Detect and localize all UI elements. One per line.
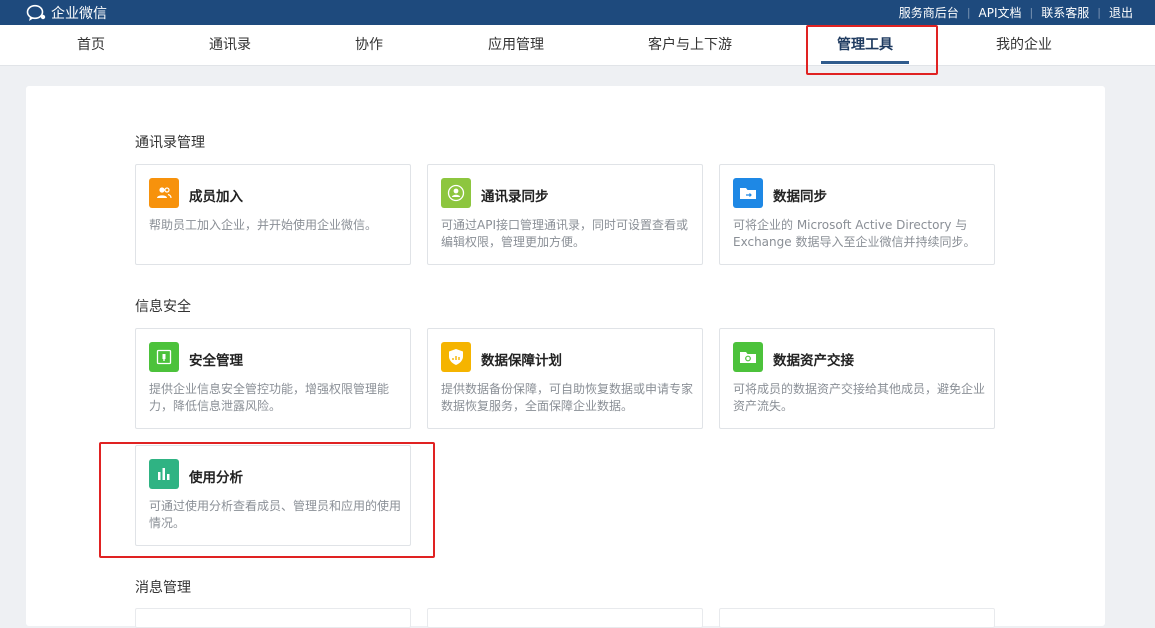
card-description: 帮助员工加入企业，并开始使用企业微信。 [149, 218, 378, 232]
card-description: 可通过API接口管理通讯录，同时可设置查看或编辑权限，管理更加方便。 [441, 218, 688, 249]
card-description: 可将成员的数据资产交接给其他成员，避免企业资产流失。 [733, 382, 986, 413]
users-icon [149, 178, 179, 208]
card-title: 数据保障计划 [481, 353, 562, 369]
content-panel: 通讯录管理 成员加入 帮助员工加入企业，并开始使用企业微信。 通讯录同步 可通过… [26, 86, 1105, 628]
safe-icon [149, 342, 179, 372]
logout-link[interactable]: 退出 [1109, 4, 1133, 21]
card-description: 可通过使用分析查看成员、管理员和应用的使用情况。 [149, 499, 402, 530]
shield-icon [441, 342, 471, 372]
active-tab-indicator [821, 61, 909, 64]
contact-support-link[interactable]: 联系客服 [1041, 4, 1089, 21]
folder-transfer-icon [733, 342, 763, 372]
separator: | [966, 6, 971, 19]
card-data-protection-plan[interactable]: 数据保障计划 提供数据备份保障，可自助恢复数据或申请专家数据恢复服务，全面保障企… [427, 328, 703, 429]
card-description: 提供数据备份保障，可自助恢复数据或申请专家数据恢复服务，全面保障企业数据。 [441, 382, 694, 413]
separator: | [1097, 6, 1101, 19]
card-security-management[interactable]: 安全管理 提供企业信息安全管控功能，增强权限管理能力，降低信息泄露风险。 [135, 328, 411, 429]
nav-home[interactable]: 首页 [77, 25, 105, 66]
card-title: 安全管理 [189, 353, 243, 369]
section-title: 信息安全 [135, 299, 191, 315]
service-provider-link[interactable]: 服务商后台 [899, 4, 959, 21]
nav-customers[interactable]: 客户与上下游 [648, 25, 732, 66]
nav-contacts[interactable]: 通讯录 [209, 25, 251, 66]
card-title: 成员加入 [189, 189, 243, 205]
brand-name: 企业微信 [51, 5, 107, 22]
section-title: 通讯录管理 [135, 135, 205, 151]
nav-app-management[interactable]: 应用管理 [488, 25, 544, 66]
wecom-logo-icon [26, 4, 46, 21]
card-member-join[interactable]: 成员加入 帮助员工加入企业，并开始使用企业微信。 [135, 164, 411, 265]
top-links: 服务商后台 | API文档 | 联系客服 | 退出 [899, 0, 1133, 25]
folder-sync-icon [733, 178, 763, 208]
section-title: 消息管理 [135, 580, 191, 596]
top-bar: 企业微信 服务商后台 | API文档 | 联系客服 | 退出 [0, 0, 1155, 25]
card-data-asset-handover[interactable]: 数据资产交接 可将成员的数据资产交接给其他成员，避免企业资产流失。 [719, 328, 995, 429]
nav-collaboration[interactable]: 协作 [355, 25, 383, 66]
brand[interactable]: 企业微信 [26, 0, 107, 25]
nav-management-tools[interactable]: 管理工具 [837, 25, 893, 66]
card-placeholder[interactable] [719, 608, 995, 628]
api-docs-link[interactable]: API文档 [979, 4, 1022, 21]
card-contacts-sync[interactable]: 通讯录同步 可通过API接口管理通讯录，同时可设置查看或编辑权限，管理更加方便。 [427, 164, 703, 265]
card-placeholder[interactable] [135, 608, 411, 628]
card-data-sync[interactable]: 数据同步 可将企业的 Microsoft Active Directory 与 … [719, 164, 995, 265]
contact-sync-icon [441, 178, 471, 208]
card-usage-analysis[interactable]: 使用分析 可通过使用分析查看成员、管理员和应用的使用情况。 [135, 445, 411, 546]
separator: | [1029, 6, 1034, 19]
nav-my-enterprise[interactable]: 我的企业 [996, 25, 1052, 66]
card-placeholder[interactable] [427, 608, 703, 628]
card-title: 使用分析 [189, 470, 243, 486]
card-title: 数据同步 [773, 189, 827, 205]
card-title: 通讯录同步 [481, 189, 549, 205]
bar-chart-icon [149, 459, 179, 489]
main-nav: 首页 通讯录 协作 应用管理 客户与上下游 管理工具 我的企业 [0, 25, 1155, 66]
card-description: 可将企业的 Microsoft Active Directory 与 Excha… [733, 218, 976, 249]
card-description: 提供企业信息安全管控功能，增强权限管理能力，降低信息泄露风险。 [149, 382, 390, 413]
card-title: 数据资产交接 [773, 353, 854, 369]
